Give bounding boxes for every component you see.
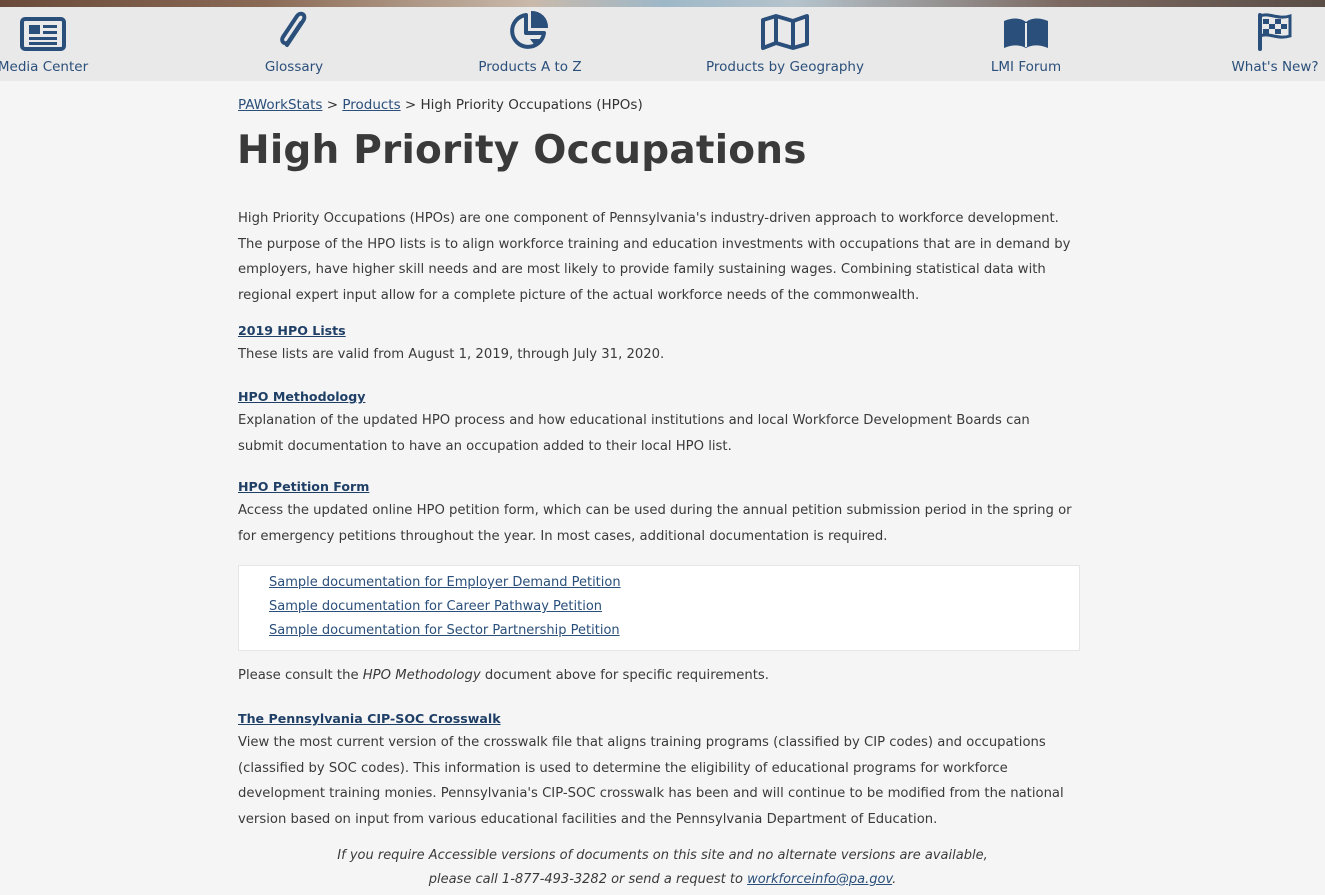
accessibility-note-text: please call 1-877-493-3282 or send a req… xyxy=(428,872,748,887)
map-icon xyxy=(760,7,810,51)
nav-item-glossary[interactable]: Glossary xyxy=(244,7,344,81)
breadcrumb: PAWorkStats > Products > High Priority O… xyxy=(238,97,643,113)
accessibility-note-line1: If you require Accessible versions of do… xyxy=(337,848,988,863)
sample-documents-box: Sample documentation for Employer Demand… xyxy=(238,565,1080,651)
hpo-lists-link[interactable]: 2019 HPO Lists xyxy=(238,323,346,338)
breadcrumb-separator: > xyxy=(322,97,343,113)
nav-label: Products A to Z xyxy=(478,59,582,75)
hpo-petition-form-link[interactable]: HPO Petition Form xyxy=(238,479,369,494)
pie-chart-icon xyxy=(508,7,552,51)
accessibility-note-line2: please call 1-877-493-3282 or send a req… xyxy=(0,872,1325,887)
cip-soc-crosswalk-link[interactable]: The Pennsylvania CIP-SOC Crosswalk xyxy=(238,711,501,726)
nav-item-lmi-forum[interactable]: LMI Forum xyxy=(976,7,1076,81)
breadcrumb-separator: > xyxy=(400,97,421,113)
header-image-strip xyxy=(0,0,1325,7)
breadcrumb-home-link[interactable]: PAWorkStats xyxy=(238,97,322,113)
sample-sector-partnership-link[interactable]: Sample documentation for Sector Partners… xyxy=(269,623,620,638)
nav-label: Glossary xyxy=(264,59,324,75)
breadcrumb-current: High Priority Occupations (HPOs) xyxy=(420,97,643,113)
hpo-methodology-description: Explanation of the updated HPO process a… xyxy=(238,413,1030,454)
page-title: High Priority Occupations xyxy=(237,128,807,173)
intro-paragraph: High Priority Occupations (HPOs) are one… xyxy=(238,211,1071,303)
email-link[interactable]: workforceinfo@pa.gov xyxy=(747,872,892,887)
nav-label: Media Center xyxy=(0,59,89,75)
nav-item-media-center[interactable]: Media Center xyxy=(0,7,98,81)
sample-career-pathway-link[interactable]: Sample documentation for Career Pathway … xyxy=(269,599,602,614)
hpo-methodology-link[interactable]: HPO Methodology xyxy=(238,389,365,404)
nav-label: LMI Forum xyxy=(990,59,1062,75)
consult-text: document above for specific requirements… xyxy=(480,668,769,683)
checkered-flag-icon xyxy=(1255,7,1295,51)
accessibility-note-text: . xyxy=(892,872,897,887)
top-nav: Media Center Glossary Products A to Z Pr… xyxy=(0,7,1325,81)
sample-employer-demand-link[interactable]: Sample documentation for Employer Demand… xyxy=(269,575,621,590)
consult-note: Please consult the HPO Methodology docum… xyxy=(238,668,769,683)
breadcrumb-products-link[interactable]: Products xyxy=(342,97,400,113)
book-icon xyxy=(1001,7,1051,51)
consult-emphasis: HPO Methodology xyxy=(362,668,481,683)
nav-item-products-by-geography[interactable]: Products by Geography xyxy=(700,7,870,81)
consult-text: Please consult the xyxy=(238,668,363,683)
cip-soc-crosswalk-description: View the most current version of the cro… xyxy=(238,735,1064,827)
hpo-lists-description: These lists are valid from August 1, 201… xyxy=(238,347,665,362)
newspaper-icon xyxy=(20,7,66,51)
nav-label: Products by Geography xyxy=(706,59,864,75)
nav-item-whats-new[interactable]: What's New? xyxy=(1225,7,1325,81)
paperclip-icon xyxy=(277,7,311,51)
nav-item-products-a-to-z[interactable]: Products A to Z xyxy=(470,7,590,81)
nav-label: What's New? xyxy=(1231,59,1319,75)
hpo-petition-form-description: Access the updated online HPO petition f… xyxy=(238,503,1072,544)
